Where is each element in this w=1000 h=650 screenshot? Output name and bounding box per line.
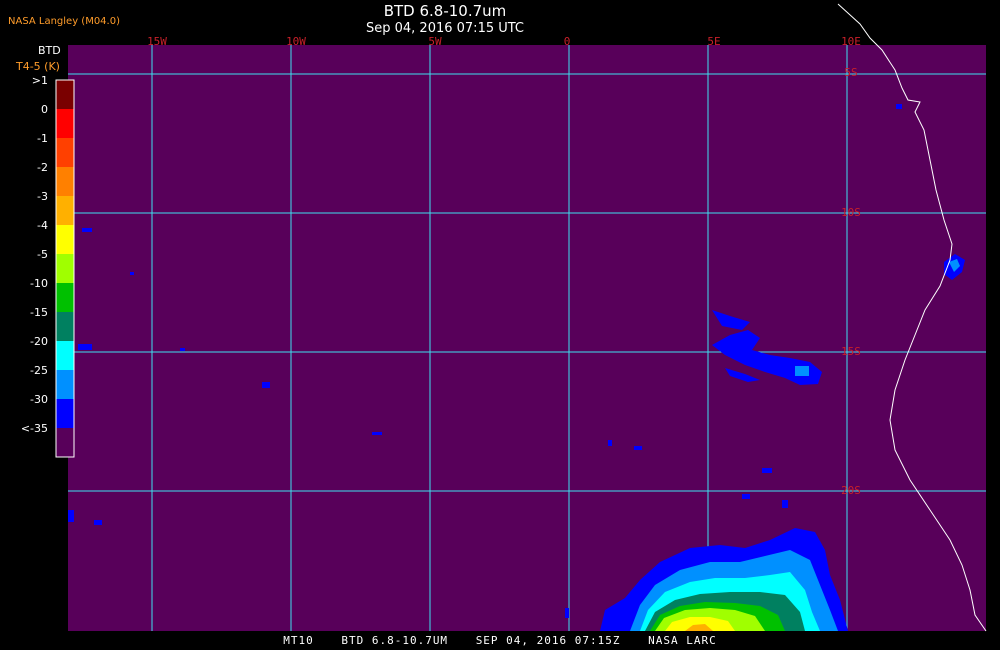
colorbar-tick-label: <-35: [20, 422, 48, 435]
colorbar-tick-label: -1: [37, 132, 48, 145]
colorbar-swatch: [56, 428, 74, 457]
colorbar-swatch: [56, 109, 74, 138]
legend-title: BTD: [38, 44, 61, 57]
colorbar-tick-label: -5: [37, 248, 48, 261]
colorbar-tick-label: -2: [37, 161, 48, 174]
colorbar-swatch: [56, 138, 74, 167]
scattered-cloud: [372, 432, 382, 435]
colorbar-swatch: [56, 225, 74, 254]
footer-caption: MT10 BTD 6.8-10.7UM SEP 04, 2016 07:15Z …: [0, 634, 1000, 647]
colorbar-swatch: [56, 341, 74, 370]
colorbar-tick-label: -15: [30, 306, 48, 319]
lon-label-5w: 5W: [428, 35, 442, 48]
btd-map: 15W 10W 5W 0 5E 10E 5S 10S 15S 20S: [55, 3, 987, 632]
colorbar-tick-label: -30: [30, 393, 48, 406]
scattered-cloud: [742, 494, 750, 499]
colorbar-swatch: [56, 312, 74, 341]
footer-agency: NASA LARC: [648, 634, 717, 647]
scattered-cloud: [94, 520, 102, 525]
legend-units: T4-5 (K): [16, 60, 60, 73]
map-field: [68, 45, 986, 631]
footer-product: BTD 6.8-10.7UM: [341, 634, 449, 647]
lon-label-15w: 15W: [147, 35, 167, 48]
scattered-cloud: [634, 446, 642, 450]
lat-label-20s: 20S: [841, 484, 861, 497]
colorbar-tick-label: -4: [37, 219, 48, 232]
image-title: BTD 6.8-10.7um: [383, 2, 507, 20]
colorbar: [55, 79, 75, 458]
scattered-cloud: [565, 608, 569, 618]
scattered-cloud: [896, 104, 902, 109]
lon-label-0: 0: [564, 35, 571, 48]
colorbar-swatch: [56, 196, 74, 225]
colorbar-tick-label: -20: [30, 335, 48, 348]
image-datetime: Sep 04, 2016 07:15 UTC: [365, 21, 525, 36]
colorbar-tick-label: -25: [30, 364, 48, 377]
scattered-cloud: [78, 344, 92, 350]
colorbar-tick-label: 0: [41, 103, 48, 116]
colorbar-swatch: [56, 370, 74, 399]
colorbar-swatch: [56, 80, 74, 109]
scattered-cloud: [608, 440, 612, 446]
producer-label: NASA Langley (M04.0): [8, 16, 120, 27]
lat-label-10s: 10S: [841, 206, 861, 219]
scattered-cloud: [130, 272, 134, 275]
footer-satellite: MT10: [283, 634, 314, 647]
scattered-cloud: [180, 348, 185, 351]
colorbar-swatch: [56, 167, 74, 196]
lon-label-10w: 10W: [286, 35, 306, 48]
colorbar-swatch: [56, 254, 74, 283]
lon-label-10e: 10E: [841, 35, 861, 48]
scattered-cloud: [82, 228, 92, 232]
colorbar-tick-label: >1: [31, 74, 48, 87]
colorbar-tick-label: -10: [30, 277, 48, 290]
footer-datetime: SEP 04, 2016 07:15Z: [475, 634, 621, 647]
scattered-cloud: [68, 510, 74, 522]
colorbar-swatch: [56, 283, 74, 312]
lon-label-5e: 5E: [707, 35, 720, 48]
scattered-cloud: [262, 382, 270, 388]
cloud-band-core: [795, 366, 809, 376]
scattered-cloud: [782, 500, 788, 508]
scattered-cloud: [762, 468, 772, 473]
lat-label-5s: 5S: [844, 66, 857, 79]
colorbar-swatch: [56, 399, 74, 428]
lat-label-15s: 15S: [841, 345, 861, 358]
colorbar-tick-label: -3: [37, 190, 48, 203]
